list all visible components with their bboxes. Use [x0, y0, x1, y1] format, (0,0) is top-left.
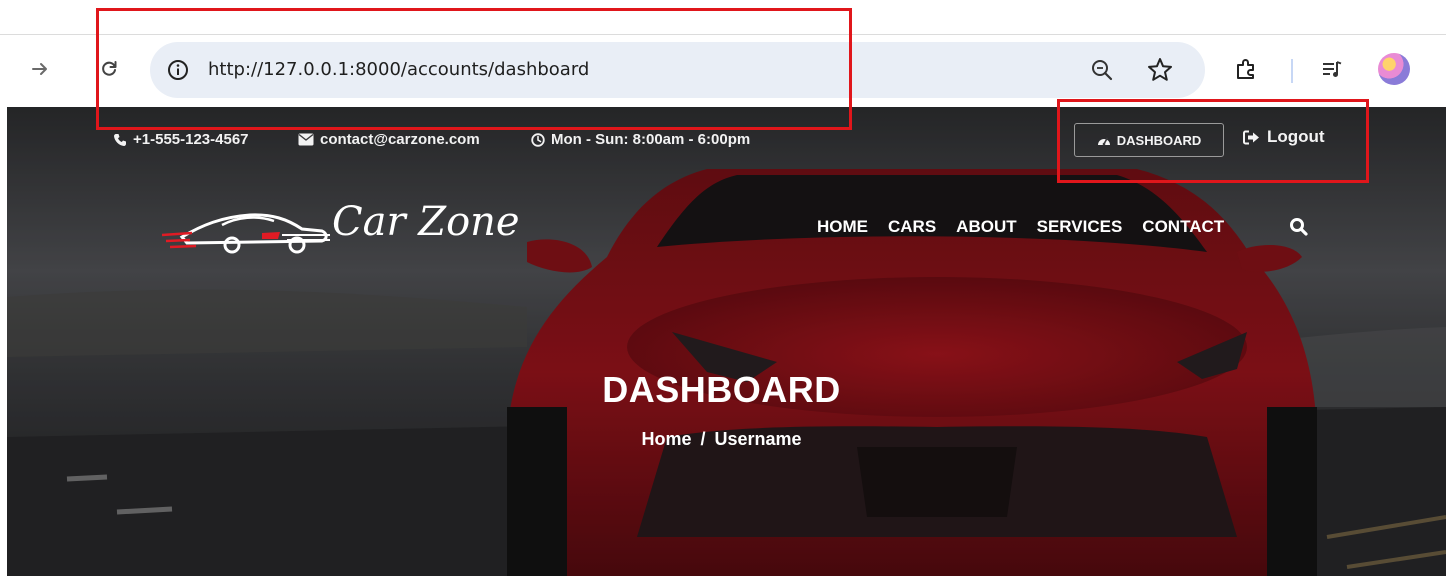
car-logo-icon	[161, 213, 330, 254]
nav-cars[interactable]: CARS	[888, 217, 936, 237]
nav-about[interactable]: ABOUT	[956, 217, 1016, 237]
forward-button[interactable]	[22, 51, 58, 87]
bookmark-star-icon[interactable]	[1144, 54, 1176, 86]
profile-avatar[interactable]	[1378, 53, 1410, 85]
email-contact[interactable]: contact@carzone.com	[298, 131, 480, 148]
media-controls-icon	[1323, 61, 1342, 77]
breadcrumb-current: Username	[714, 429, 802, 449]
opening-hours: Mon - Sun: 8:00am - 6:00pm	[531, 131, 750, 148]
carzone-logo[interactable]: Car Zone	[161, 195, 552, 257]
annotation-box-url	[96, 8, 852, 130]
page-title: DASHBOARD	[602, 369, 841, 410]
annotation-box-account	[1057, 99, 1369, 183]
search-icon[interactable]	[1289, 217, 1309, 237]
email-text: contact@carzone.com	[320, 131, 480, 148]
breadcrumb-home[interactable]: Home	[641, 429, 691, 450]
phone-contact[interactable]: +1-555-123-4567	[113, 131, 249, 148]
hours-text: Mon - Sun: 8:00am - 6:00pm	[551, 131, 751, 148]
breadcrumb: Home / Username	[7, 429, 1436, 450]
main-nav: HOME CARS ABOUT SERVICES CONTACT	[817, 217, 1244, 237]
envelope-icon	[298, 133, 314, 146]
phone-icon	[114, 133, 126, 146]
breadcrumb-separator: /	[700, 429, 706, 449]
clock-icon	[531, 132, 545, 147]
media-controls-button[interactable]	[1316, 53, 1348, 85]
brand-name: Car Zone	[332, 199, 520, 245]
nav-home[interactable]: HOME	[817, 217, 868, 237]
extensions-icon	[1237, 59, 1254, 79]
nav-contact[interactable]: CONTACT	[1142, 217, 1224, 237]
zoom-icon[interactable]	[1088, 56, 1116, 84]
extensions-button[interactable]	[1230, 53, 1262, 85]
nav-services[interactable]: SERVICES	[1037, 217, 1123, 237]
phone-text: +1-555-123-4567	[133, 131, 249, 148]
forward-arrow-icon	[32, 63, 47, 75]
toolbar-divider	[1291, 59, 1293, 83]
